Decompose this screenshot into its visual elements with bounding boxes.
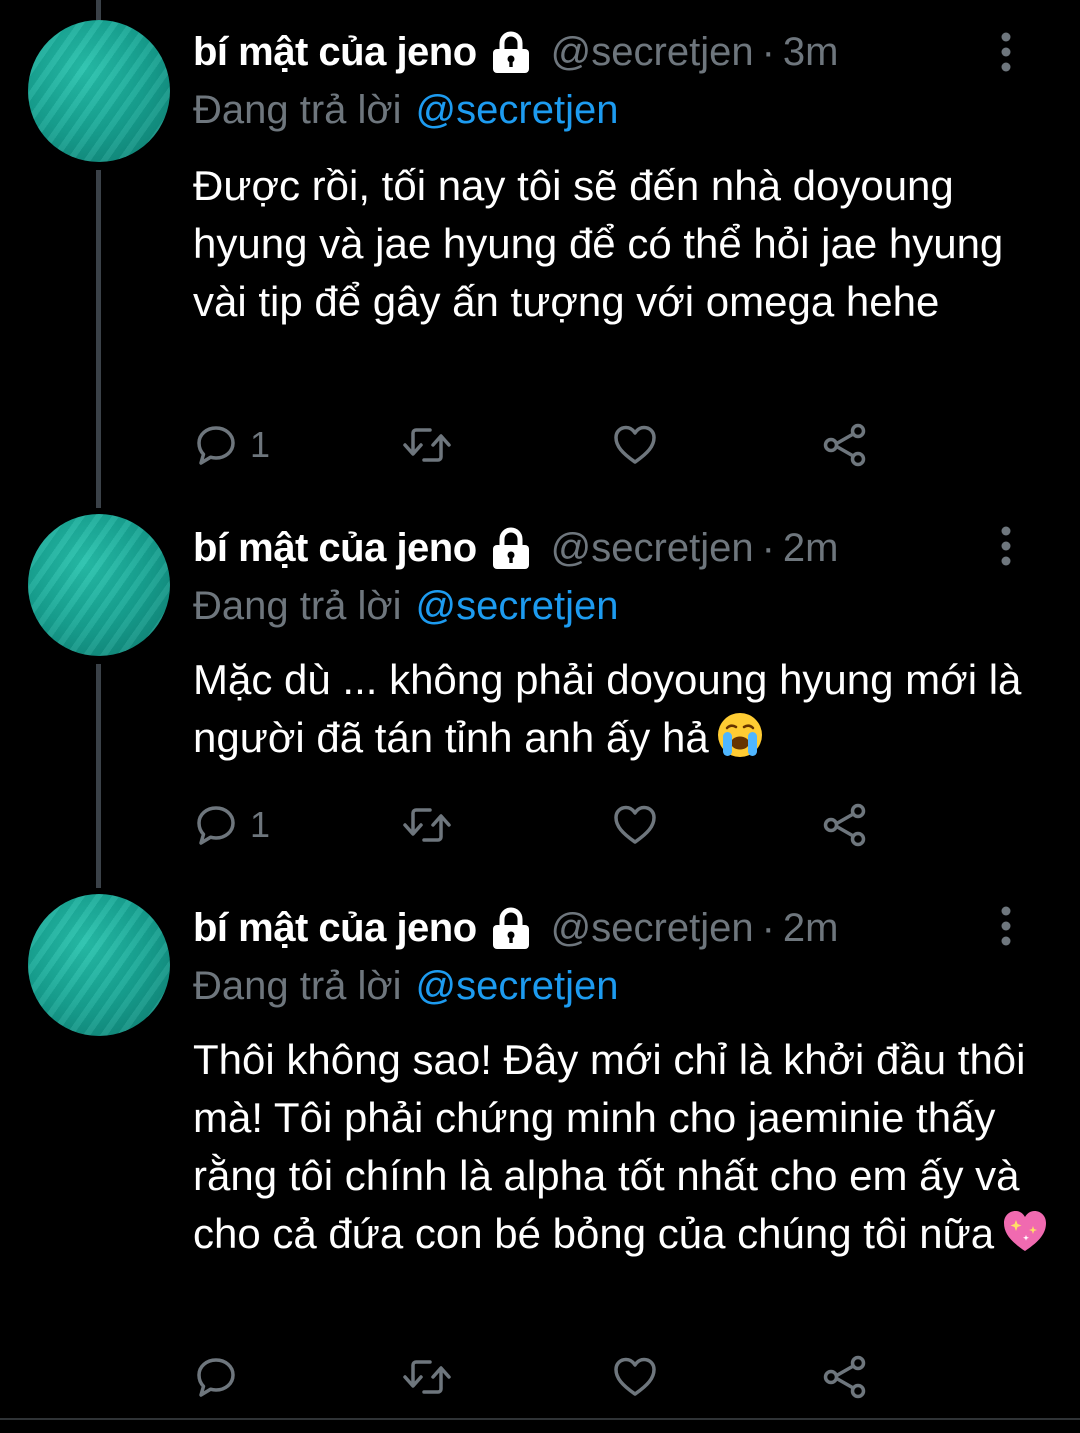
avatar[interactable] xyxy=(28,894,170,1036)
avatar[interactable] xyxy=(28,20,170,162)
more-vertical-icon[interactable] xyxy=(995,524,1017,568)
tweet-text: Thôi không sao! Đây mới chỉ là khởi đầu … xyxy=(193,1031,1053,1263)
timestamp[interactable]: 2m xyxy=(783,906,839,951)
tweet-header: bí mật của jeno @secretjen · 2m xyxy=(193,518,1080,578)
replying-to-handle[interactable]: @secretjen xyxy=(416,964,619,1009)
reply-button[interactable]: 1 xyxy=(194,420,270,470)
replying-to-handle[interactable]: @secretjen xyxy=(416,88,619,133)
separator-dot: · xyxy=(761,905,775,950)
retweet-icon xyxy=(403,428,451,462)
more-vertical-icon[interactable] xyxy=(995,904,1017,948)
tweet-header: bí mật của jeno @secretjen · 3m xyxy=(193,22,1080,82)
like-button[interactable] xyxy=(612,420,658,470)
reply-count: 1 xyxy=(250,424,271,465)
like-button[interactable] xyxy=(612,1352,658,1402)
retweet-button[interactable] xyxy=(400,800,454,850)
heart-icon xyxy=(614,425,656,464)
tweet-actions: 1 xyxy=(0,800,1080,850)
share-icon xyxy=(823,423,866,467)
tweet-text: Mặc dù ... không phải doyoung hyung mới … xyxy=(193,651,1053,767)
retweet-button[interactable] xyxy=(400,420,454,470)
replying-to-label: Đang trả lời xyxy=(193,87,402,132)
timestamp[interactable]: 3m xyxy=(783,30,839,75)
share-icon xyxy=(823,803,866,847)
more-vertical-icon[interactable] xyxy=(995,30,1017,74)
tweet-text: Được rồi, tối nay tôi sẽ đến nhà doyoung… xyxy=(193,162,1004,325)
lock-icon xyxy=(492,527,529,569)
reply-icon xyxy=(197,426,235,465)
timestamp[interactable]: 2m xyxy=(783,526,839,571)
reply-icon xyxy=(197,1358,235,1397)
tweet[interactable]: bí mật của jeno @secretjen · 3m Đang trả… xyxy=(0,0,1080,500)
share-icon xyxy=(823,1355,866,1399)
tweet[interactable]: bí mật của jeno @secretjen · 2m Đang trả… xyxy=(0,500,1080,880)
loudly-crying-face-icon xyxy=(717,713,762,757)
replying-to: Đang trả lời @secretjen xyxy=(193,960,618,1012)
retweet-icon xyxy=(403,1360,451,1394)
tweet-text-content: Mặc dù ... không phải doyoung hyung mới … xyxy=(193,656,1022,761)
retweet-button[interactable] xyxy=(400,1352,454,1402)
heart-icon xyxy=(614,805,656,844)
reply-icon xyxy=(197,806,235,845)
tweet-actions: 1 xyxy=(0,420,1080,470)
tweet-actions xyxy=(0,1352,1080,1402)
separator-dot: · xyxy=(761,29,775,74)
display-name[interactable]: bí mật của jeno xyxy=(193,906,477,951)
tweet-header: bí mật của jeno @secretjen · 2m xyxy=(193,898,1080,958)
like-button[interactable] xyxy=(612,800,658,850)
replying-to-handle[interactable]: @secretjen xyxy=(416,584,619,629)
replying-to: Đang trả lời @secretjen xyxy=(193,84,618,136)
heart-icon xyxy=(614,1357,656,1396)
lock-icon xyxy=(492,31,529,73)
replying-to: Đang trả lời @secretjen xyxy=(193,580,618,632)
separator-dot: · xyxy=(761,525,775,570)
sparkling-heart-icon xyxy=(1004,1211,1047,1251)
share-button[interactable] xyxy=(822,800,868,850)
reply-button[interactable]: 1 xyxy=(194,800,270,850)
avatar[interactable] xyxy=(28,514,170,656)
share-button[interactable] xyxy=(822,1352,868,1402)
bottom-divider xyxy=(0,1418,1080,1420)
reply-count: 1 xyxy=(250,804,271,845)
replying-to-label: Đang trả lời xyxy=(193,963,402,1008)
display-name[interactable]: bí mật của jeno xyxy=(193,30,477,75)
retweet-icon xyxy=(403,808,451,842)
user-handle[interactable]: @secretjen xyxy=(551,526,754,571)
lock-icon xyxy=(492,907,529,949)
display-name[interactable]: bí mật của jeno xyxy=(193,526,477,571)
reply-button[interactable] xyxy=(194,1352,250,1402)
replying-to-label: Đang trả lời xyxy=(193,583,402,628)
tweet-text-content: Thôi không sao! Đây mới chỉ là khởi đầu … xyxy=(193,1036,1026,1257)
user-handle[interactable]: @secretjen xyxy=(551,30,754,75)
user-handle[interactable]: @secretjen xyxy=(551,906,754,951)
share-button[interactable] xyxy=(822,420,868,470)
tweet[interactable]: bí mật của jeno @secretjen · 2m Đang trả… xyxy=(0,880,1080,1420)
